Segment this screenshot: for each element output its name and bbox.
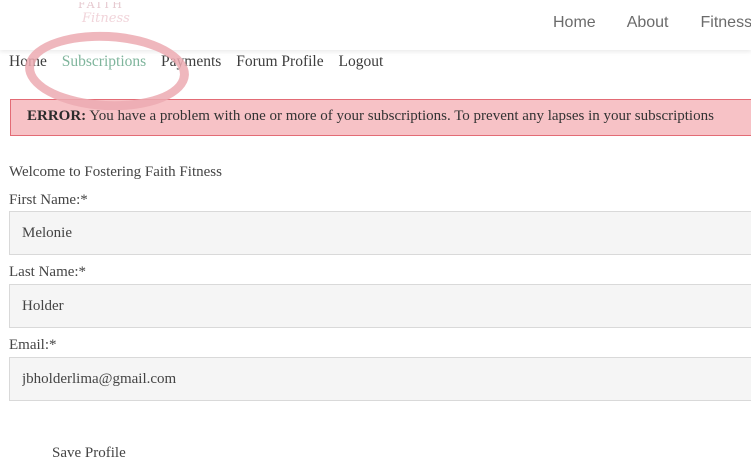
first-name-label: First Name:* bbox=[9, 192, 88, 208]
main-nav-fitness[interactable]: Fitness bbox=[701, 14, 751, 32]
logo-line2: Fitness bbox=[82, 11, 130, 26]
account-nav-logout[interactable]: Logout bbox=[338, 53, 383, 70]
error-message: You have a problem with one or more of y… bbox=[89, 108, 714, 124]
account-nav-forum-profile[interactable]: Forum Profile bbox=[236, 53, 323, 70]
error-banner: ERROR: You have a problem with one or mo… bbox=[10, 99, 751, 136]
site-header: FAITH Fitness Home About Fitness bbox=[0, 0, 751, 50]
account-nav-subscriptions[interactable]: Subscriptions bbox=[62, 53, 146, 70]
email-field[interactable] bbox=[9, 357, 751, 401]
account-nav-payments[interactable]: Payments bbox=[161, 53, 221, 70]
last-name-label: Last Name:* bbox=[9, 264, 87, 280]
last-name-field[interactable] bbox=[9, 284, 751, 328]
first-name-field[interactable] bbox=[9, 211, 751, 255]
main-nav-home[interactable]: Home bbox=[553, 14, 596, 32]
error-text: ERROR: You have a problem with one or mo… bbox=[27, 108, 714, 125]
account-nav-home[interactable]: Home bbox=[9, 53, 47, 70]
main-nav-about[interactable]: About bbox=[627, 14, 669, 32]
save-profile-button[interactable]: Save Profile bbox=[52, 445, 126, 462]
main-nav: Home About Fitness bbox=[553, 14, 751, 32]
account-nav: Home Subscriptions Payments Forum Profil… bbox=[9, 53, 394, 71]
welcome-text: Welcome to Fostering Faith Fitness bbox=[9, 164, 222, 180]
error-label: ERROR: bbox=[27, 108, 87, 124]
page: FAITH Fitness Home About Fitness Home Su… bbox=[0, 0, 751, 462]
logo-line1: FAITH bbox=[78, 2, 124, 11]
email-label: Email:* bbox=[9, 337, 57, 353]
site-logo[interactable]: FAITH Fitness bbox=[70, 2, 130, 32]
